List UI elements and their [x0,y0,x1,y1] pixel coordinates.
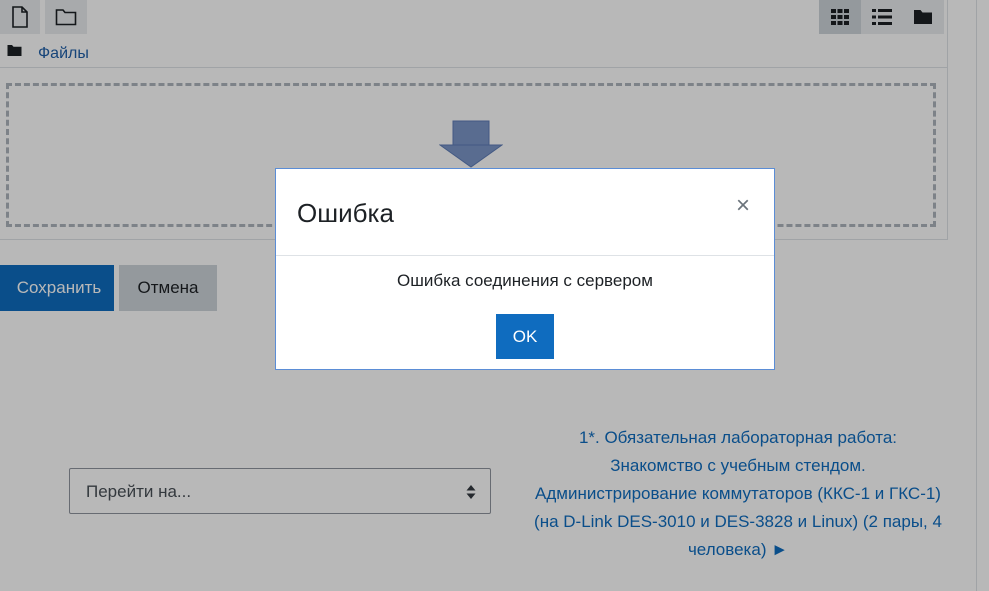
dialog-header: Ошибка × [276,169,774,256]
page: Файлы Сохранить Отмена Перейти на... 1*.… [0,0,989,591]
dialog-title: Ошибка [297,198,394,228]
close-button[interactable]: × [728,191,758,221]
close-icon: × [735,192,750,219]
dialog-message: Ошибка соединения с сервером [397,271,653,290]
error-dialog: Ошибка × Ошибка соединения с сервером OK [275,168,775,370]
ok-button[interactable]: OK [496,314,554,359]
